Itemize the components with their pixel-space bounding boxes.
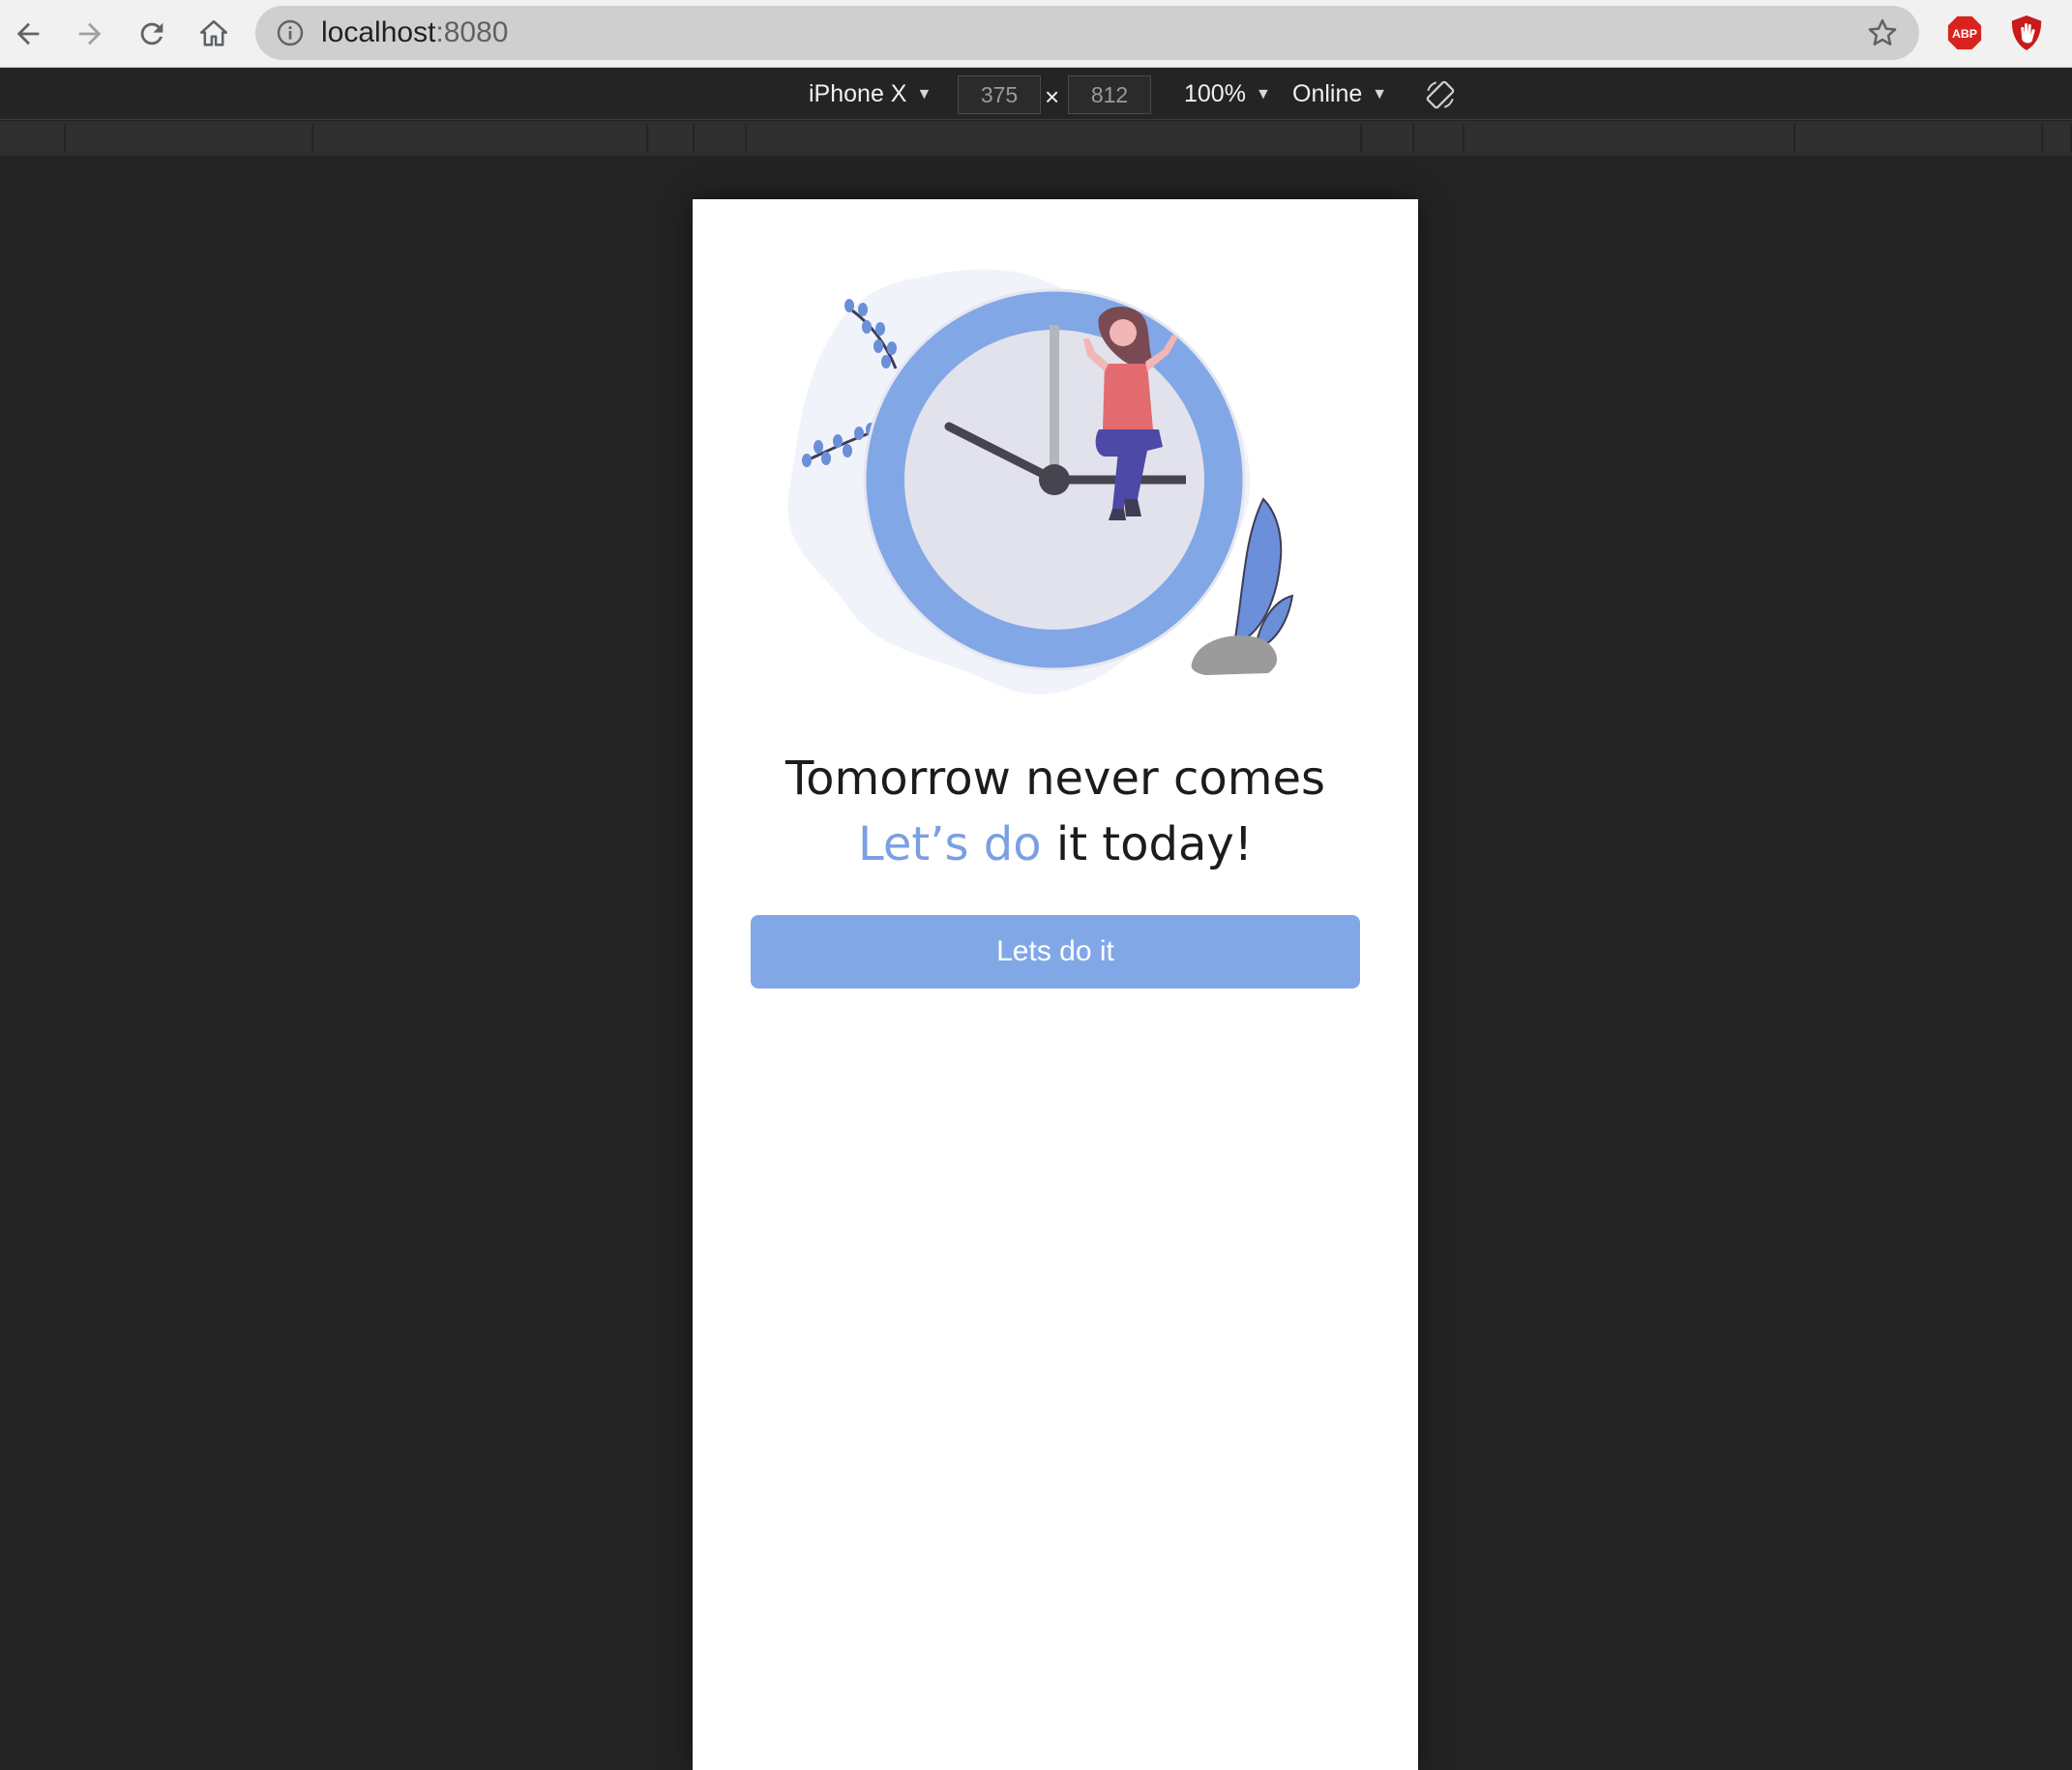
info-icon[interactable] (275, 17, 306, 48)
rock (1191, 635, 1278, 675)
address-bar[interactable]: localhost:8080 (255, 6, 1919, 60)
media-query-segment[interactable] (315, 125, 648, 152)
arrow-right-icon (78, 22, 102, 45)
lets-do-it-button[interactable]: Lets do it (751, 915, 1360, 988)
media-query-segment[interactable] (0, 125, 66, 152)
headline: Tomorrow never comes Let’s do it today! (693, 746, 1418, 877)
url-port: :8080 (435, 16, 509, 48)
url-host: localhost (321, 16, 436, 48)
caret-down-icon: ▼ (916, 85, 932, 103)
clock-center (1039, 464, 1070, 495)
media-query-segment[interactable] (749, 125, 1362, 152)
zoom-value: 100% (1184, 80, 1246, 107)
url-text[interactable]: localhost:8080 (321, 16, 508, 49)
media-query-segment[interactable] (1416, 125, 1465, 152)
caret-down-icon: ▼ (1255, 85, 1271, 103)
reload-icon (140, 22, 163, 45)
media-query-segment[interactable] (650, 125, 695, 152)
home-icon (199, 19, 228, 46)
star-icon[interactable] (1865, 15, 1900, 50)
home-button[interactable] (190, 10, 238, 58)
dimension-separator: × (1045, 82, 1060, 111)
media-query-segment[interactable] (696, 125, 747, 152)
clock-hand-vertical (1050, 325, 1059, 480)
headline-line1: Tomorrow never comes (784, 752, 1326, 806)
device-name: iPhone X (809, 80, 907, 107)
clock-illustration (787, 269, 1294, 694)
media-query-segment[interactable] (2045, 125, 2072, 152)
width-input[interactable]: 375 (958, 75, 1041, 114)
media-query-bar (0, 121, 2072, 156)
media-query-segment[interactable] (1364, 125, 1414, 152)
media-query-segment[interactable] (1466, 125, 1795, 152)
headline-line2: Let’s do it today! (693, 811, 1418, 877)
network-select[interactable]: Online ▼ (1292, 80, 1387, 108)
media-query-segment[interactable] (68, 125, 313, 152)
media-query-segment[interactable] (1797, 125, 2043, 152)
zoom-select[interactable]: 100% ▼ (1184, 80, 1271, 108)
headline-accent: Let’s do (858, 817, 1042, 871)
rotate-icon[interactable] (1424, 78, 1457, 111)
network-value: Online (1292, 80, 1363, 107)
abp-label: ABP (1952, 27, 1977, 41)
browser-toolbar: localhost:8080 ABP (0, 0, 2072, 68)
reload-button[interactable] (128, 10, 176, 58)
headline-rest: it today! (1041, 817, 1253, 871)
device-select[interactable]: iPhone X ▼ (809, 80, 932, 108)
forward-button[interactable] (66, 10, 114, 58)
abp-icon[interactable]: ABP (1946, 15, 1983, 51)
ublock-hand-icon[interactable] (2008, 14, 2045, 52)
back-button[interactable] (4, 10, 52, 58)
device-toolbar: iPhone X ▼ 375 × 812 100% ▼ Online ▼ (0, 69, 2072, 120)
height-input[interactable]: 812 (1068, 75, 1151, 114)
device-viewport: Tomorrow never comes Let’s do it today! … (693, 199, 1418, 1770)
caret-down-icon: ▼ (1372, 85, 1388, 103)
arrow-left-icon (16, 22, 40, 45)
